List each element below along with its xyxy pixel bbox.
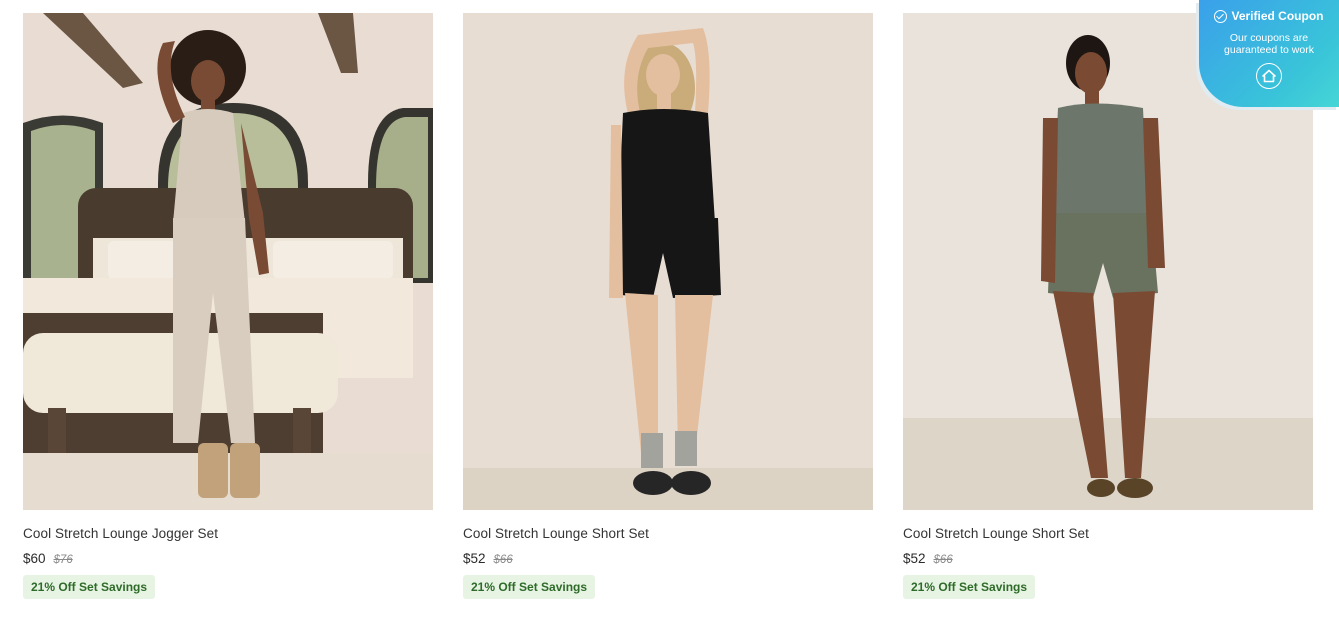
product-image[interactable]: [463, 13, 873, 510]
savings-badge: 21% Off Set Savings: [463, 575, 596, 599]
house-logo-icon: [1256, 63, 1282, 89]
price-row: $52 $66: [903, 551, 1313, 566]
sale-price: $52: [903, 551, 926, 566]
product-card[interactable]: Cool Stretch Lounge Jogger Set $60 $76 2…: [23, 13, 433, 599]
original-price: $66: [933, 554, 953, 566]
sale-price: $60: [23, 551, 46, 566]
price-row: $60 $76: [23, 551, 433, 566]
coupon-subtitle: Our coupons are guaranteed to work: [1224, 32, 1314, 56]
price-row: $52 $66: [463, 551, 873, 566]
product-title[interactable]: Cool Stretch Lounge Short Set: [463, 526, 873, 541]
product-title[interactable]: Cool Stretch Lounge Jogger Set: [23, 526, 433, 541]
sale-price: $52: [463, 551, 486, 566]
product-title[interactable]: Cool Stretch Lounge Short Set: [903, 526, 1313, 541]
savings-badge: 21% Off Set Savings: [23, 575, 156, 599]
original-price: $66: [493, 554, 513, 566]
coupon-header: Verified Coupon: [1199, 9, 1339, 23]
check-circle-icon: [1214, 9, 1228, 23]
product-grid: Cool Stretch Lounge Jogger Set $60 $76 2…: [23, 13, 1313, 599]
verified-coupon-tab[interactable]: Verified Coupon Our coupons are guarante…: [1199, 0, 1339, 107]
product-card[interactable]: Cool Stretch Lounge Short Set $52 $66 21…: [463, 13, 873, 599]
coupon-title: Verified Coupon: [1231, 9, 1324, 23]
product-image[interactable]: [23, 13, 433, 510]
original-price: $76: [53, 554, 73, 566]
savings-badge: 21% Off Set Savings: [903, 575, 1036, 599]
